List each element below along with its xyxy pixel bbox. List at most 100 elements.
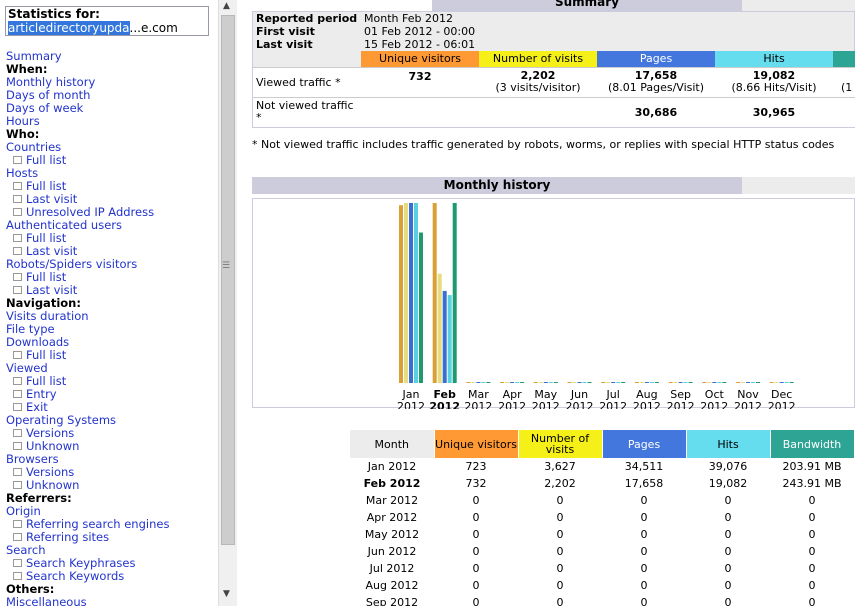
chart-tick-year: 2012 <box>566 400 594 409</box>
chart-bar-visits-jun <box>572 382 577 383</box>
sidebar-item-browsers[interactable]: Browsers <box>6 452 59 466</box>
chart-bar-unique-jan <box>399 205 403 383</box>
chart-bar-bandwidth-aug <box>654 382 659 383</box>
chart-tick-year: 2012 <box>734 400 762 409</box>
last-visit-label: Last visit <box>256 38 313 51</box>
site-domain-selected: articledirectoryupda <box>8 21 130 35</box>
sidebar-item-visits-duration[interactable]: Visits duration <box>6 309 89 323</box>
cell-visits: 0 <box>556 562 564 575</box>
chart-bar-pages-jul <box>611 382 616 383</box>
chart-bar-hits-may <box>548 382 553 383</box>
cell-pages: 0 <box>640 511 648 524</box>
sidebar-subitem-link[interactable]: Search Keywords <box>26 569 124 583</box>
cell-bandwidth: 203.91 MB <box>782 460 842 473</box>
sidebar-item-origin[interactable]: Origin <box>6 504 41 518</box>
sidebar-subitem-link[interactable]: Exit <box>26 400 48 414</box>
cell-hits: 39,076 <box>708 460 748 473</box>
chart-bar-pages-dec <box>779 382 784 383</box>
viewed-bandwidth-partial: (1 <box>841 81 853 94</box>
sidebar-subitem-link[interactable]: Unresolved IP Address <box>26 205 154 219</box>
sidebar-subitem-link[interactable]: Full list <box>26 348 66 362</box>
sidebar-subitem-link[interactable]: Last visit <box>26 244 77 258</box>
chart-tick-year: 2012 <box>532 400 560 409</box>
cell-unique: 0 <box>472 579 480 592</box>
sidebar-item-summary[interactable]: Summary <box>6 49 62 63</box>
sidebar-item-search[interactable]: Search <box>6 543 46 557</box>
sidebar-item-authenticated-users[interactable]: Authenticated users <box>6 218 122 232</box>
scroll-up-arrow-icon[interactable]: ▲ <box>223 2 230 11</box>
sidebar-subitem-link[interactable]: Referring sites <box>26 530 109 544</box>
subitem-box-icon <box>13 428 22 437</box>
sidebar-item-viewed[interactable]: Viewed <box>6 361 48 375</box>
sidebar-subitem-link[interactable]: Last visit <box>26 283 77 297</box>
chart-tick-year: 2012 <box>768 400 796 409</box>
chart-bar-visits-jan <box>404 203 408 383</box>
table-row: Sep 2012 0 0 0 0 0 <box>350 594 854 606</box>
sidebar-subitem-link[interactable]: Full list <box>26 374 66 388</box>
sidebar-subitem-link[interactable]: Versions <box>26 426 74 440</box>
sidebar-scrollbar[interactable]: ▲ ☰ ▼ <box>218 0 237 606</box>
sidebar-subitem-link[interactable]: Full list <box>26 270 66 284</box>
subitem-box-icon <box>13 480 22 489</box>
reported-period-value: Month Feb 2012 <box>364 12 453 25</box>
chart-bar-bandwidth-may <box>553 382 558 383</box>
sidebar-item-downloads[interactable]: Downloads <box>6 335 69 349</box>
subitem-box-icon <box>13 155 22 164</box>
site-domain[interactable]: articledirectoryupda...e.com <box>8 21 206 35</box>
chart-bar-unique-mar <box>466 382 471 383</box>
cell-pages: 34,511 <box>624 460 664 473</box>
chart-tick-year: 2012 <box>633 400 661 409</box>
sidebar-subitem-link[interactable]: Entry <box>26 387 57 401</box>
chart-bar-pages-jun <box>577 382 582 383</box>
chart-bar-pages-jan <box>409 203 413 383</box>
sidebar-item-hosts[interactable]: Hosts <box>6 166 38 180</box>
chart-bar-pages-aug <box>644 382 649 383</box>
chart-bar-visits-aug <box>639 382 644 383</box>
chart-bar-unique-sep <box>668 382 673 383</box>
chart-bar-bandwidth-sep <box>688 382 693 383</box>
subitem-box-icon <box>13 246 22 255</box>
sidebar-subitem-link[interactable]: Full list <box>26 153 66 167</box>
sidebar-item-monthly-history[interactable]: Monthly history <box>6 75 95 89</box>
sidebar-item-hours[interactable]: Hours <box>6 114 40 128</box>
viewed-unique: 732 <box>408 69 432 83</box>
last-visit-value: 15 Feb 2012 - 06:01 <box>364 38 476 51</box>
chart-bar-unique-jul <box>601 382 606 383</box>
sidebar-subitem-link[interactable]: Full list <box>26 179 66 193</box>
cell-pages: 0 <box>640 562 648 575</box>
not-viewed-hits: 30,965 <box>752 105 796 119</box>
cell-hits: 0 <box>724 494 732 507</box>
sidebar-item-days-of-month[interactable]: Days of month <box>6 88 90 102</box>
chart-bar-pages-sep <box>678 382 683 383</box>
sidebar-item-operating-systems[interactable]: Operating Systems <box>6 413 116 427</box>
sidebar-subitem-link[interactable]: Last visit <box>26 192 77 206</box>
sidebar-subitem-link[interactable]: Unknown <box>26 478 79 492</box>
scroll-down-arrow-icon[interactable]: ▼ <box>223 590 230 599</box>
sidebar-subitem-link[interactable]: Referring search engines <box>26 517 169 531</box>
cell-month: Feb 2012 <box>363 477 421 490</box>
cell-hits: 0 <box>724 528 732 541</box>
mt-col-month: Month <box>350 430 435 458</box>
sidebar-item-countries[interactable]: Countries <box>6 140 61 154</box>
sidebar-subitem-link[interactable]: Versions <box>26 465 74 479</box>
scrollbar-thumb[interactable] <box>221 15 235 545</box>
cell-bandwidth: 0 <box>808 511 816 524</box>
main-content: Summary Reported period Month Feb 2012 Fi… <box>237 0 855 606</box>
sidebar-subitem-link[interactable]: Unknown <box>26 439 79 453</box>
sidebar-subitem-link[interactable]: Full list <box>26 231 66 245</box>
chart-bar-hits-sep <box>683 382 688 383</box>
sidebar-item-days-of-week[interactable]: Days of week <box>6 101 83 115</box>
sidebar-item-miscellaneous[interactable]: Miscellaneous <box>6 595 87 606</box>
subitem-box-icon <box>13 233 22 242</box>
cell-month: May 2012 <box>364 528 420 541</box>
chart-bar-pages-feb <box>442 290 447 383</box>
cell-month: Aug 2012 <box>365 579 419 592</box>
cell-hits: 0 <box>724 545 732 558</box>
subitem-box-icon <box>13 441 22 450</box>
sidebar-subitem-link[interactable]: Search Keyphrases <box>26 556 135 570</box>
sidebar-item-file-type[interactable]: File type <box>6 322 55 336</box>
sidebar-item-robots-spiders-visitors[interactable]: Robots/Spiders visitors <box>6 257 137 271</box>
chart-bar-pages-apr <box>510 382 515 383</box>
chart-bar-bandwidth-apr <box>520 382 525 383</box>
chart-bar-pages-oct <box>712 382 717 383</box>
